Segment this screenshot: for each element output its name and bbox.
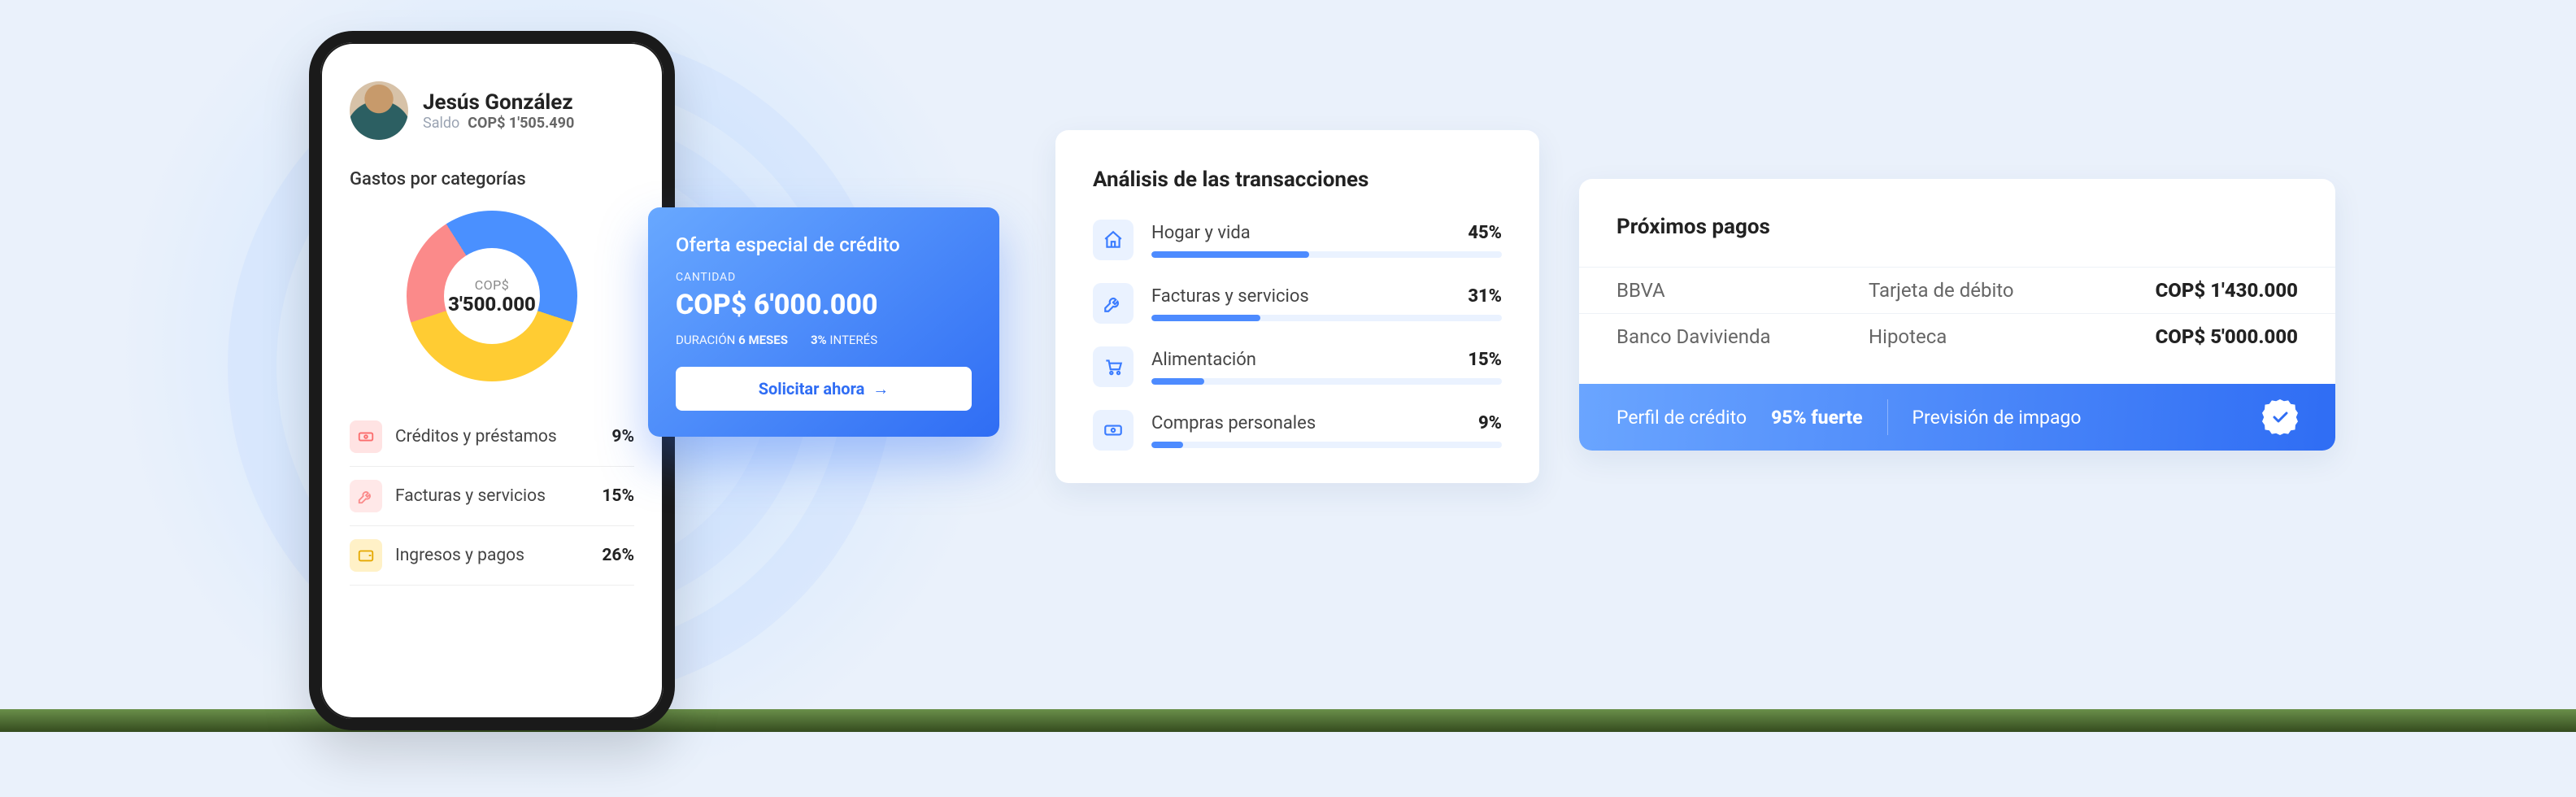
upcoming-payments-card: Próximos pagos BBVA Tarjeta de débito CO… (1579, 179, 2335, 451)
transaction-row[interactable]: Alimentación 15% (1093, 346, 1502, 387)
payment-type: Hipoteca (1869, 325, 2156, 348)
tx-pct: 9% (1478, 413, 1502, 433)
offer-rate-value: 3% (811, 333, 827, 347)
tx-progress (1151, 315, 1502, 321)
payment-bank: BBVA (1617, 279, 1869, 302)
payment-bank: Banco Davivienda (1617, 325, 1869, 348)
offer-title: Oferta especial de crédito (676, 233, 972, 256)
tx-label: Hogar y vida (1151, 223, 1251, 243)
avatar (350, 81, 408, 140)
footer-divider (1887, 399, 1888, 435)
user-name: Jesús González (423, 90, 574, 115)
arrow-right-icon: → (872, 379, 889, 399)
category-pct: 26% (585, 546, 634, 565)
offer-duration-label: DURACIÓN (676, 333, 735, 347)
spend-donut-chart: COP$ 3'500.000 (407, 211, 577, 381)
balance-value: COP$ 1'505.490 (468, 115, 574, 132)
home-icon (1093, 220, 1134, 260)
spend-title: Gastos por categorías (350, 169, 634, 189)
default-forecast-label: Previsión de impago (1912, 407, 2082, 429)
credit-profile-value: 95% fuerte (1771, 407, 1862, 429)
payment-row[interactable]: BBVA Tarjeta de débito COP$ 1'430.000 (1579, 267, 2335, 313)
donut-currency: COP$ (475, 277, 510, 293)
credit-footer: Perfil de crédito 95% fuerte Previsión d… (1579, 384, 2335, 451)
cash-icon (1093, 410, 1134, 451)
cart-icon (1093, 346, 1134, 387)
tx-pct: 15% (1468, 350, 1502, 370)
tx-label: Compras personales (1151, 413, 1316, 433)
wrench-icon (1093, 283, 1134, 324)
tx-label: Alimentación (1151, 350, 1256, 370)
payments-title: Próximos pagos (1579, 215, 2335, 239)
phone-mockup: Jesús González Saldo COP$ 1'505.490 Gast… (309, 31, 675, 730)
payment-amount: COP$ 5'000.000 (2156, 325, 2298, 348)
donut-value: 3'500.000 (448, 293, 536, 316)
category-row[interactable]: Créditos y préstamos 9% (350, 407, 634, 467)
tx-pct: 31% (1468, 286, 1502, 307)
payment-row[interactable]: Banco Davivienda Hipoteca COP$ 5'000.000 (1579, 313, 2335, 359)
category-label: Créditos y préstamos (395, 427, 572, 446)
transaction-row[interactable]: Facturas y servicios 31% (1093, 283, 1502, 324)
tx-progress (1151, 442, 1502, 448)
tx-progress (1151, 378, 1502, 385)
offer-amount: COP$ 6'000.000 (676, 289, 972, 321)
offer-duration-value: 6 MESES (738, 333, 788, 347)
category-pct: 15% (585, 486, 634, 506)
transactions-title: Análisis de las transacciones (1093, 168, 1502, 192)
category-label: Facturas y servicios (395, 486, 572, 506)
tx-pct: 45% (1468, 223, 1502, 243)
wallet-icon (350, 539, 382, 572)
category-pct: 9% (585, 427, 634, 446)
tx-label: Facturas y servicios (1151, 286, 1309, 307)
transaction-row[interactable]: Compras personales 9% (1093, 410, 1502, 451)
payment-type: Tarjeta de débito (1869, 279, 2156, 302)
category-label: Ingresos y pagos (395, 546, 572, 565)
category-row[interactable]: Facturas y servicios 15% (350, 467, 634, 526)
transactions-card: Análisis de las transacciones Hogar y vi… (1055, 130, 1539, 483)
balance-label: Saldo (423, 115, 459, 132)
credit-offer-card: Oferta especial de crédito CANTIDAD COP$… (648, 207, 999, 437)
transaction-row[interactable]: Hogar y vida 45% (1093, 220, 1502, 260)
offer-rate-label: INTERÉS (829, 333, 877, 347)
tx-progress (1151, 251, 1502, 258)
cash-icon (350, 420, 382, 453)
wrench-icon (350, 480, 382, 512)
profile-header: Jesús González Saldo COP$ 1'505.490 (350, 81, 634, 140)
offer-amount-label: CANTIDAD (676, 271, 972, 284)
credit-profile-label: Perfil de crédito (1617, 407, 1747, 429)
category-row[interactable]: Ingresos y pagos 26% (350, 526, 634, 586)
payment-amount: COP$ 1'430.000 (2156, 279, 2298, 302)
apply-now-button[interactable]: Solicitar ahora → (676, 367, 972, 411)
apply-now-label: Solicitar ahora (759, 379, 865, 398)
verified-badge-icon (2262, 399, 2298, 435)
